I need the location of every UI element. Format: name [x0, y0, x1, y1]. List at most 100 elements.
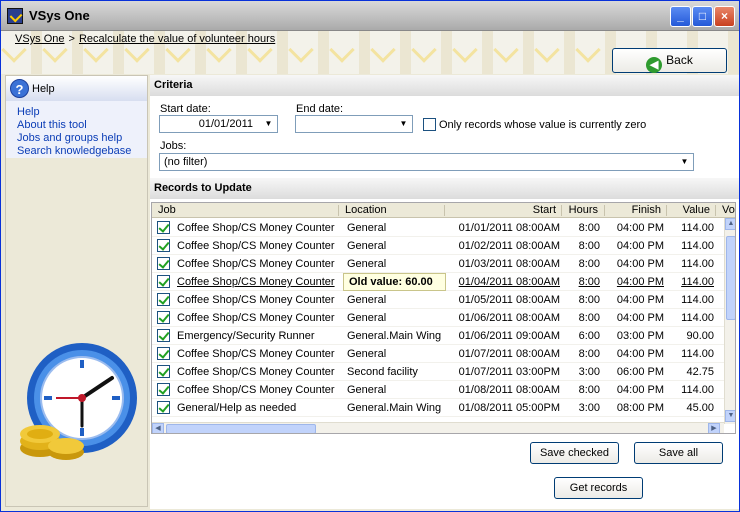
start-date-picker[interactable]: 01/01/2011 ▼ — [159, 115, 278, 133]
table-row[interactable]: Coffee Shop/CS Money Counter General 01/… — [152, 345, 725, 363]
breadcrumb-current-link[interactable]: Recalculate the value of volunteer hours — [79, 33, 275, 45]
scroll-right-icon[interactable]: ▶ — [708, 423, 720, 433]
old-value-tooltip: Old value: 60.00 — [343, 273, 446, 291]
cell-job: Coffee Shop/CS Money Counter — [177, 312, 335, 324]
table-row[interactable]: Coffee Shop/CS Money Counter General 01/… — [152, 255, 725, 273]
cell-finish: 04:00 PM — [616, 312, 664, 324]
row-checkbox[interactable] — [157, 365, 170, 378]
help-links: Help About this tool Jobs and groups hel… — [6, 101, 147, 158]
banner-pattern-icon — [411, 37, 437, 63]
col-value[interactable]: Value — [667, 204, 710, 216]
get-records-button[interactable]: Get records — [554, 477, 643, 499]
minimize-button[interactable]: _ — [670, 6, 691, 27]
row-checkbox[interactable] — [157, 383, 170, 396]
vertical-scroll-thumb[interactable] — [726, 236, 735, 320]
column-divider[interactable] — [715, 205, 716, 216]
table-row[interactable]: Coffee Shop/CS Money Counter General 01/… — [152, 219, 725, 237]
breadcrumb: VSys One > Recalculate the value of volunt… — [15, 33, 275, 45]
col-start[interactable]: Start — [444, 204, 556, 216]
chevron-down-icon[interactable]: ▼ — [677, 155, 692, 169]
cell-finish: 04:00 PM — [616, 348, 664, 360]
column-divider[interactable] — [338, 205, 339, 216]
horizontal-scroll-thumb[interactable] — [166, 424, 316, 433]
table-row[interactable]: General/Help as needed General.Main Wing… — [152, 399, 725, 417]
back-button[interactable]: ◀ Back — [612, 48, 727, 73]
table-row[interactable]: Coffee Shop/CS Money Counter General 01/… — [152, 309, 725, 327]
help-sidebar: ? Help Help About this tool Jobs and gro… — [5, 75, 148, 507]
vertical-scrollbar[interactable]: ▲ ▼ — [724, 218, 735, 424]
save-all-button[interactable]: Save all — [634, 442, 723, 464]
cell-start: 01/04/2011 08:00AM — [458, 276, 560, 288]
chevron-down-icon[interactable]: ▼ — [396, 117, 411, 131]
row-checkbox[interactable] — [157, 401, 170, 414]
table-row[interactable]: Coffee Shop/CS Money Counter General 01/… — [152, 291, 725, 309]
table-row[interactable]: Coffee Shop/CS Money Counter Second faci… — [152, 363, 725, 381]
cell-start: 01/05/2011 08:00AM — [458, 294, 560, 306]
cell-finish: 04:00 PM — [616, 258, 664, 270]
chevron-down-icon[interactable]: ▼ — [261, 117, 276, 131]
table-row[interactable]: Coffee Shop/CS Money Counter General 01/… — [152, 237, 725, 255]
scroll-down-icon[interactable]: ▼ — [725, 410, 735, 422]
cell-hours: 3:00 — [578, 366, 600, 378]
help-link-jobs-groups[interactable]: Jobs and groups help — [17, 132, 147, 145]
col-finish[interactable]: Finish — [605, 204, 661, 216]
jobs-filter-value: (no filter) — [164, 156, 208, 168]
cell-hours: 8:00 — [578, 276, 600, 288]
scroll-up-icon[interactable]: ▲ — [725, 218, 735, 230]
save-checked-button[interactable]: Save checked — [530, 442, 619, 464]
cell-job: Coffee Shop/CS Money Counter — [177, 366, 335, 378]
cell-start: 01/01/2011 08:00AM — [458, 222, 560, 234]
end-date-label: End date: — [296, 103, 344, 115]
cell-finish: 04:00 PM — [616, 384, 664, 396]
cell-hours: 8:00 — [578, 258, 600, 270]
cell-location: General — [347, 258, 387, 270]
cell-value: 90.00 — [686, 330, 714, 342]
row-checkbox[interactable] — [157, 311, 170, 324]
horizontal-scrollbar[interactable]: ◀ ▶ — [152, 422, 724, 433]
scroll-left-icon[interactable]: ◀ — [152, 423, 164, 433]
cell-job: Coffee Shop/CS Money Counter — [177, 276, 335, 288]
close-button[interactable]: × — [714, 6, 735, 27]
row-checkbox[interactable] — [157, 329, 170, 342]
cell-start: 01/08/2011 05:00PM — [458, 402, 560, 414]
breadcrumb-home-link[interactable]: VSys One — [15, 33, 65, 45]
row-checkbox[interactable] — [157, 257, 170, 270]
cell-value: 114.00 — [681, 294, 714, 306]
table-row[interactable]: Coffee Shop/CS Money Counter General 01/… — [152, 381, 725, 399]
cell-start: 01/02/2011 08:00AM — [458, 240, 560, 252]
banner-pattern-icon — [575, 37, 601, 63]
row-checkbox[interactable] — [157, 221, 170, 234]
cell-start: 01/03/2011 08:00AM — [458, 258, 560, 270]
row-checkbox[interactable] — [157, 293, 170, 306]
cell-value: 114.00 — [681, 258, 714, 270]
col-job[interactable]: Job — [158, 204, 176, 216]
help-link-knowledgebase[interactable]: Search knowledgebase — [17, 145, 147, 158]
cell-value: 114.00 — [681, 384, 714, 396]
row-checkbox[interactable] — [157, 275, 170, 288]
cell-value: 114.00 — [681, 348, 714, 360]
cell-start: 01/07/2011 08:00AM — [458, 348, 560, 360]
cell-value: 45.00 — [686, 402, 714, 414]
cell-start: 01/07/2011 03:00PM — [458, 366, 560, 378]
end-date-picker[interactable]: ▼ — [295, 115, 413, 133]
grid-header: Job Location Start Hours Finish Value Vo… — [152, 203, 735, 218]
zero-only-label: Only records whose value is currently ze… — [439, 119, 647, 131]
help-link-help[interactable]: Help — [17, 106, 147, 119]
zero-only-checkbox[interactable] — [423, 118, 436, 131]
records-grid: Job Location Start Hours Finish Value Vo… — [151, 202, 736, 434]
col-vol[interactable]: Vol — [722, 204, 735, 216]
cell-start: 01/06/2011 09:00AM — [458, 330, 560, 342]
maximize-button[interactable]: □ — [692, 6, 713, 27]
col-location[interactable]: Location — [345, 204, 387, 216]
table-row[interactable]: Emergency/Security Runner General.Main W… — [152, 327, 725, 345]
cell-value: 114.00 — [681, 240, 714, 252]
jobs-filter-select[interactable]: (no filter) ▼ — [159, 153, 694, 171]
window-title: VSys One — [29, 8, 90, 23]
help-header[interactable]: ? Help — [6, 76, 147, 101]
row-checkbox[interactable] — [157, 347, 170, 360]
title-bar[interactable]: VSys One _ □ × — [1, 1, 739, 31]
col-hours[interactable]: Hours — [562, 204, 598, 216]
table-row-hovered[interactable]: Coffee Shop/CS Money Counter Old value: … — [152, 273, 725, 291]
help-link-about[interactable]: About this tool — [17, 119, 147, 132]
row-checkbox[interactable] — [157, 239, 170, 252]
